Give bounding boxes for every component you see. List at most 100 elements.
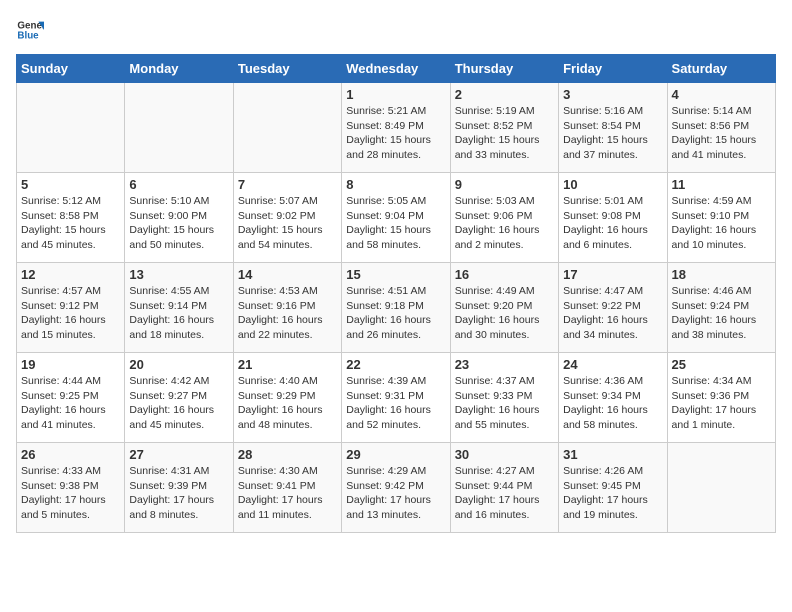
page-header: General Blue xyxy=(16,16,776,44)
day-info: Sunrise: 4:31 AMSunset: 9:39 PMDaylight:… xyxy=(129,464,228,523)
day-info: Sunrise: 4:47 AMSunset: 9:22 PMDaylight:… xyxy=(563,284,662,343)
day-number: 14 xyxy=(238,267,337,282)
column-header-tuesday: Tuesday xyxy=(233,55,341,83)
day-number: 3 xyxy=(563,87,662,102)
day-cell: 27 Sunrise: 4:31 AMSunset: 9:39 PMDayligh… xyxy=(125,443,233,533)
day-number: 27 xyxy=(129,447,228,462)
week-row-3: 12 Sunrise: 4:57 AMSunset: 9:12 PMDayligh… xyxy=(17,263,776,353)
week-row-2: 5Sunrise: 5:12 AMSunset: 8:58 PMDaylight… xyxy=(17,173,776,263)
day-info: Sunrise: 4:51 AMSunset: 9:18 PMDaylight:… xyxy=(346,284,445,343)
day-number: 15 xyxy=(346,267,445,282)
day-cell: 25 Sunrise: 4:34 AMSunset: 9:36 PMDayligh… xyxy=(667,353,775,443)
day-cell: 17 Sunrise: 4:47 AMSunset: 9:22 PMDayligh… xyxy=(559,263,667,353)
svg-text:Blue: Blue xyxy=(17,30,39,41)
day-info: Sunrise: 4:27 AMSunset: 9:44 PMDaylight:… xyxy=(455,464,554,523)
day-number: 19 xyxy=(21,357,120,372)
day-info: Sunrise: 4:40 AMSunset: 9:29 PMDaylight:… xyxy=(238,374,337,433)
day-number: 21 xyxy=(238,357,337,372)
week-row-4: 19 Sunrise: 4:44 AMSunset: 9:25 PMDayligh… xyxy=(17,353,776,443)
day-cell: 22 Sunrise: 4:39 AMSunset: 9:31 PMDayligh… xyxy=(342,353,450,443)
day-cell: 14 Sunrise: 4:53 AMSunset: 9:16 PMDayligh… xyxy=(233,263,341,353)
day-cell: 2Sunrise: 5:19 AMSunset: 8:52 PMDaylight… xyxy=(450,83,558,173)
day-number: 13 xyxy=(129,267,228,282)
column-header-monday: Monday xyxy=(125,55,233,83)
column-header-thursday: Thursday xyxy=(450,55,558,83)
logo-icon: General Blue xyxy=(16,16,44,44)
week-row-5: 26Sunrise: 4:33 AMSunset: 9:38 PMDayligh… xyxy=(17,443,776,533)
day-cell: 30 Sunrise: 4:27 AMSunset: 9:44 PMDayligh… xyxy=(450,443,558,533)
day-number: 2 xyxy=(455,87,554,102)
day-cell: 9 Sunrise: 5:03 AMSunset: 9:06 PMDaylight… xyxy=(450,173,558,263)
day-number: 9 xyxy=(455,177,554,192)
day-info: Sunrise: 5:05 AMSunset: 9:04 PMDaylight:… xyxy=(346,194,445,253)
day-number: 11 xyxy=(672,177,771,192)
day-cell xyxy=(17,83,125,173)
day-info: Sunrise: 5:07 AMSunset: 9:02 PMDaylight:… xyxy=(238,194,337,253)
day-number: 12 xyxy=(21,267,120,282)
day-info: Sunrise: 4:49 AMSunset: 9:20 PMDaylight:… xyxy=(455,284,554,343)
day-cell: 11Sunrise: 4:59 AMSunset: 9:10 PMDayligh… xyxy=(667,173,775,263)
day-cell: 3 Sunrise: 5:16 AMSunset: 8:54 PMDaylight… xyxy=(559,83,667,173)
day-number: 1 xyxy=(346,87,445,102)
day-info: Sunrise: 4:26 AMSunset: 9:45 PMDaylight:… xyxy=(563,464,662,523)
day-cell: 16 Sunrise: 4:49 AMSunset: 9:20 PMDayligh… xyxy=(450,263,558,353)
day-info: Sunrise: 5:14 AMSunset: 8:56 PMDaylight:… xyxy=(672,104,771,163)
day-info: Sunrise: 4:36 AMSunset: 9:34 PMDaylight:… xyxy=(563,374,662,433)
day-cell: 24Sunrise: 4:36 AMSunset: 9:34 PMDayligh… xyxy=(559,353,667,443)
day-number: 17 xyxy=(563,267,662,282)
day-cell: 12 Sunrise: 4:57 AMSunset: 9:12 PMDayligh… xyxy=(17,263,125,353)
day-cell: 13Sunrise: 4:55 AMSunset: 9:14 PMDayligh… xyxy=(125,263,233,353)
day-cell: 19 Sunrise: 4:44 AMSunset: 9:25 PMDayligh… xyxy=(17,353,125,443)
day-info: Sunrise: 4:39 AMSunset: 9:31 PMDaylight:… xyxy=(346,374,445,433)
day-info: Sunrise: 5:16 AMSunset: 8:54 PMDaylight:… xyxy=(563,104,662,163)
calendar-table: SundayMondayTuesdayWednesdayThursdayFrid… xyxy=(16,54,776,533)
day-number: 30 xyxy=(455,447,554,462)
day-info: Sunrise: 4:30 AMSunset: 9:41 PMDaylight:… xyxy=(238,464,337,523)
day-number: 10 xyxy=(563,177,662,192)
day-number: 26 xyxy=(21,447,120,462)
day-number: 4 xyxy=(672,87,771,102)
day-cell: 20 Sunrise: 4:42 AMSunset: 9:27 PMDayligh… xyxy=(125,353,233,443)
day-number: 25 xyxy=(672,357,771,372)
day-cell: 10Sunrise: 5:01 AMSunset: 9:08 PMDayligh… xyxy=(559,173,667,263)
day-number: 8 xyxy=(346,177,445,192)
day-info: Sunrise: 5:10 AMSunset: 9:00 PMDaylight:… xyxy=(129,194,228,253)
column-header-sunday: Sunday xyxy=(17,55,125,83)
day-info: Sunrise: 5:12 AMSunset: 8:58 PMDaylight:… xyxy=(21,194,120,253)
column-header-friday: Friday xyxy=(559,55,667,83)
day-number: 29 xyxy=(346,447,445,462)
day-info: Sunrise: 4:29 AMSunset: 9:42 PMDaylight:… xyxy=(346,464,445,523)
day-cell xyxy=(125,83,233,173)
day-cell xyxy=(233,83,341,173)
logo: General Blue xyxy=(16,16,48,44)
day-cell: 4 Sunrise: 5:14 AMSunset: 8:56 PMDaylight… xyxy=(667,83,775,173)
day-number: 23 xyxy=(455,357,554,372)
day-cell: 29 Sunrise: 4:29 AMSunset: 9:42 PMDayligh… xyxy=(342,443,450,533)
day-cell: 21 Sunrise: 4:40 AMSunset: 9:29 PMDayligh… xyxy=(233,353,341,443)
day-cell: 7 Sunrise: 5:07 AMSunset: 9:02 PMDaylight… xyxy=(233,173,341,263)
day-number: 7 xyxy=(238,177,337,192)
day-cell: 23Sunrise: 4:37 AMSunset: 9:33 PMDayligh… xyxy=(450,353,558,443)
day-cell: 15 Sunrise: 4:51 AMSunset: 9:18 PMDayligh… xyxy=(342,263,450,353)
column-header-saturday: Saturday xyxy=(667,55,775,83)
day-info: Sunrise: 4:57 AMSunset: 9:12 PMDaylight:… xyxy=(21,284,120,343)
day-number: 28 xyxy=(238,447,337,462)
day-number: 20 xyxy=(129,357,228,372)
day-cell xyxy=(667,443,775,533)
week-row-1: 1Sunrise: 5:21 AMSunset: 8:49 PMDaylight… xyxy=(17,83,776,173)
day-number: 22 xyxy=(346,357,445,372)
day-cell: 31 Sunrise: 4:26 AMSunset: 9:45 PMDayligh… xyxy=(559,443,667,533)
day-info: Sunrise: 4:46 AMSunset: 9:24 PMDaylight:… xyxy=(672,284,771,343)
day-cell: 18Sunrise: 4:46 AMSunset: 9:24 PMDayligh… xyxy=(667,263,775,353)
day-cell: 5Sunrise: 5:12 AMSunset: 8:58 PMDaylight… xyxy=(17,173,125,263)
day-info: Sunrise: 4:34 AMSunset: 9:36 PMDaylight:… xyxy=(672,374,771,433)
day-info: Sunrise: 4:53 AMSunset: 9:16 PMDaylight:… xyxy=(238,284,337,343)
day-number: 16 xyxy=(455,267,554,282)
day-cell: 6Sunrise: 5:10 AMSunset: 9:00 PMDaylight… xyxy=(125,173,233,263)
day-cell: 28 Sunrise: 4:30 AMSunset: 9:41 PMDayligh… xyxy=(233,443,341,533)
day-info: Sunrise: 4:44 AMSunset: 9:25 PMDaylight:… xyxy=(21,374,120,433)
day-number: 31 xyxy=(563,447,662,462)
day-info: Sunrise: 4:42 AMSunset: 9:27 PMDaylight:… xyxy=(129,374,228,433)
day-cell: 1Sunrise: 5:21 AMSunset: 8:49 PMDaylight… xyxy=(342,83,450,173)
day-info: Sunrise: 5:03 AMSunset: 9:06 PMDaylight:… xyxy=(455,194,554,253)
